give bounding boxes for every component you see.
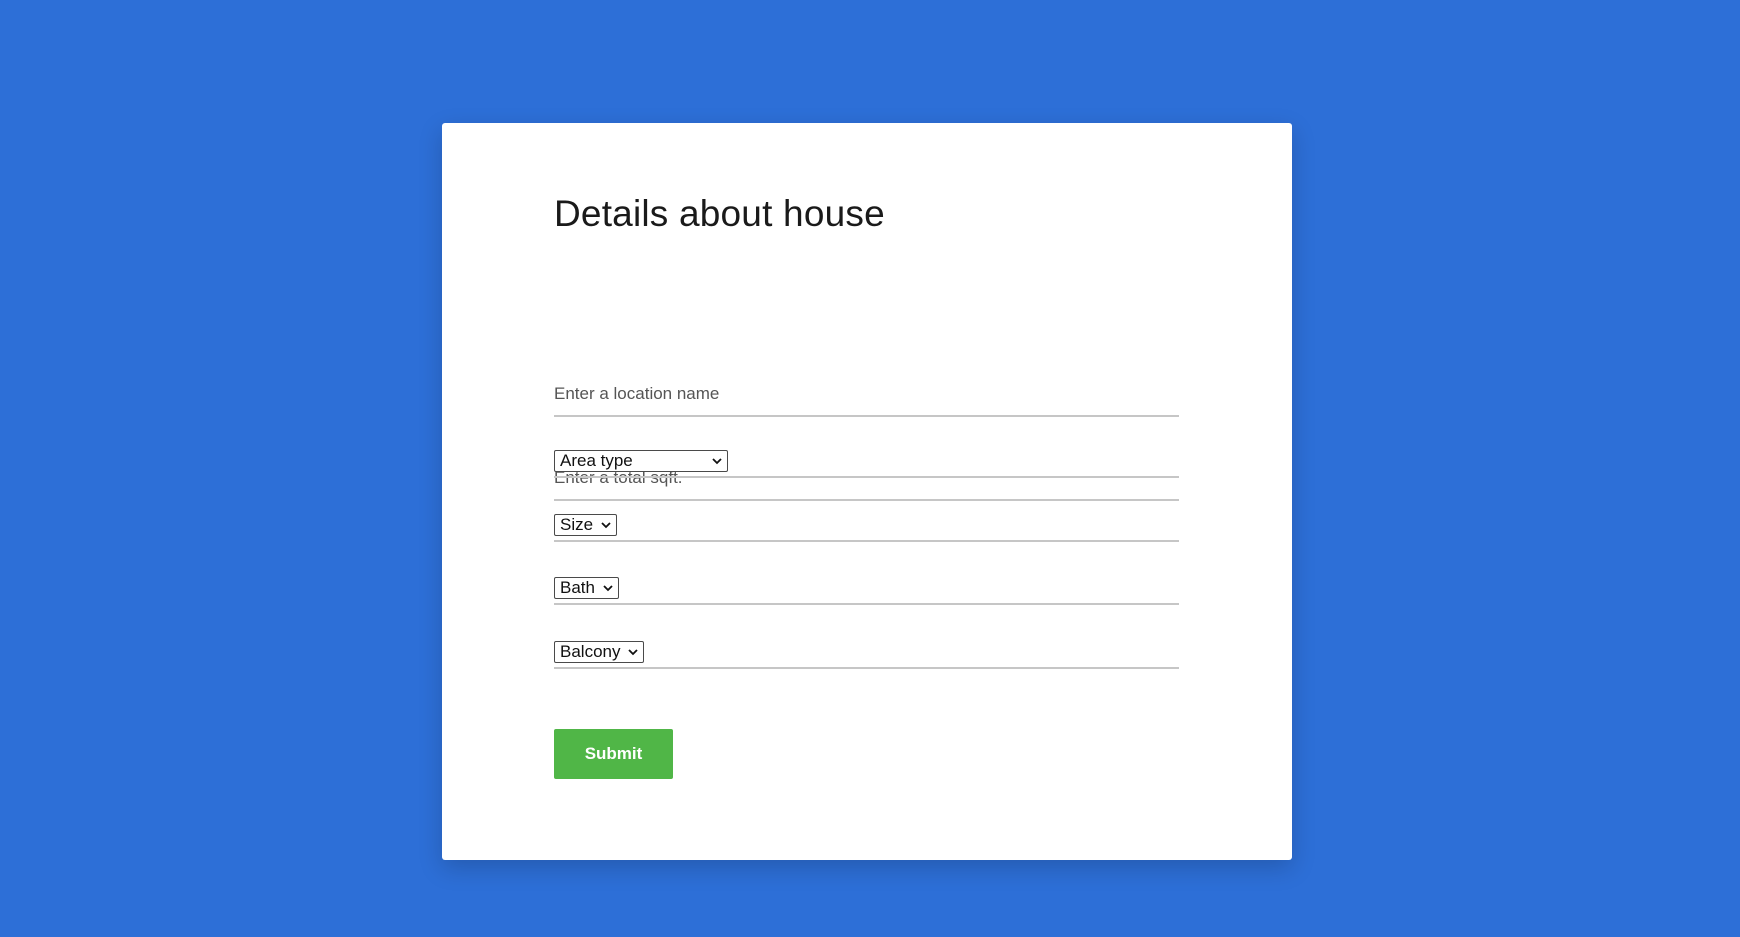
location-field-wrapper bbox=[554, 373, 1179, 417]
submit-button[interactable]: Submit bbox=[554, 729, 673, 779]
area-type-select[interactable]: Area type bbox=[554, 450, 728, 472]
balcony-select-value: Balcony bbox=[560, 642, 621, 661]
page-title: Details about house bbox=[554, 193, 885, 234]
house-details-card: Details about house Area type Size Bath bbox=[442, 123, 1292, 860]
size-row: Size bbox=[554, 514, 1179, 542]
bath-row: Bath bbox=[554, 577, 1179, 605]
balcony-select[interactable]: Balcony bbox=[554, 641, 644, 663]
location-input[interactable] bbox=[554, 373, 1179, 415]
chevron-down-icon bbox=[598, 582, 614, 594]
bath-select-value: Bath bbox=[560, 578, 595, 597]
size-select-value: Size bbox=[560, 515, 594, 534]
chevron-down-icon bbox=[623, 646, 639, 658]
balcony-row: Balcony bbox=[554, 641, 1179, 669]
area-type-select-value: Area type bbox=[560, 451, 633, 470]
chevron-down-icon bbox=[707, 455, 723, 467]
bath-select[interactable]: Bath bbox=[554, 577, 619, 599]
chevron-down-icon bbox=[596, 519, 612, 531]
area-type-row: Area type bbox=[554, 450, 1179, 478]
size-select[interactable]: Size bbox=[554, 514, 617, 536]
